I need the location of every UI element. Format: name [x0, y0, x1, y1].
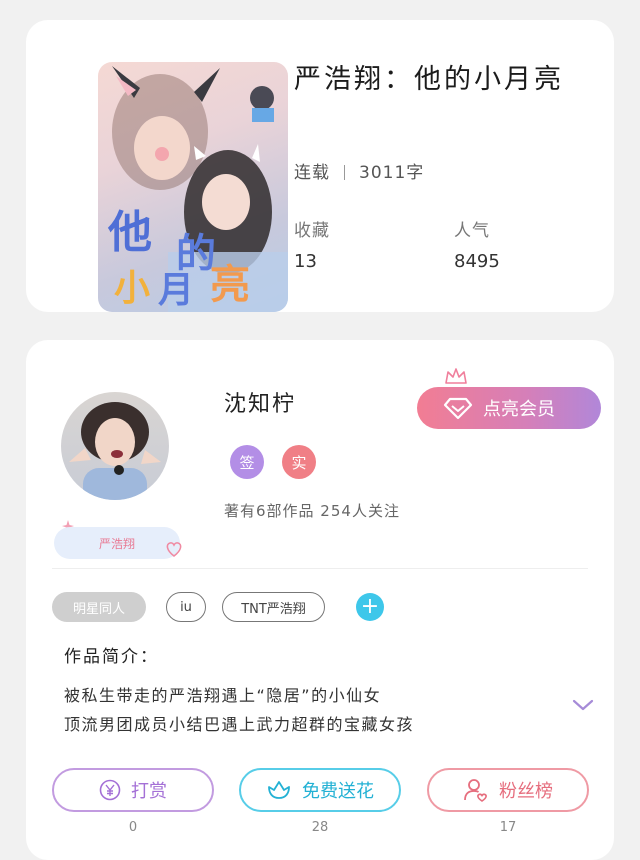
fan-tag[interactable]: 严浩翔	[54, 527, 180, 559]
author-name[interactable]: 沈知柠	[224, 386, 296, 418]
intro-text-line: 顶流男团成员小结巴遇上武力超群的宝藏女孩	[64, 715, 415, 734]
intro-text-line: 被私生带走的严浩翔遇上“隐居”的小仙女	[64, 686, 382, 705]
vip-button-label: 点亮会员	[483, 399, 555, 420]
book-word-count: 3011字	[359, 163, 425, 183]
flower-count: 28	[311, 820, 329, 835]
flower-icon	[268, 781, 290, 799]
book-cover-image[interactable]: 他 的 小 月 亮	[98, 62, 288, 312]
favorites-stat: 收藏 13	[294, 216, 330, 272]
signed-author-badge: 签	[230, 445, 264, 479]
fan-ranking-button[interactable]: 粉丝榜	[427, 768, 589, 812]
author-info-card: 沈知柠 点亮会员 签 实 著有6部作品 254人关注 严浩翔 明星同人 iu T…	[26, 340, 614, 860]
favorites-value: 13	[294, 251, 317, 272]
fan-ranking-label: 粉丝榜	[499, 781, 553, 802]
book-status: 连载	[294, 163, 330, 183]
crown-icon	[445, 368, 467, 384]
send-flower-label: 免费送花	[302, 781, 374, 802]
fans-count: 17	[499, 820, 517, 835]
author-avatar[interactable]	[61, 392, 169, 500]
tip-button[interactable]: 打赏	[52, 768, 214, 812]
popularity-stat: 人气 8495	[454, 216, 500, 272]
popularity-label: 人气	[454, 221, 490, 241]
chevron-down-icon[interactable]	[572, 698, 594, 712]
diamond-icon	[443, 397, 473, 420]
tip-label: 打赏	[131, 781, 167, 802]
meta-divider	[344, 165, 345, 180]
section-divider	[52, 568, 588, 569]
cover-art: 他 的 小 月 亮	[107, 66, 288, 312]
tag-chip[interactable]: iu	[166, 592, 206, 622]
add-tag-button[interactable]: +	[356, 593, 384, 621]
favorites-label: 收藏	[294, 221, 330, 241]
svg-text:他: 他	[107, 207, 152, 258]
tip-count: 0	[128, 820, 138, 835]
user-heart-icon	[464, 779, 487, 802]
heart-deco-icon	[166, 542, 182, 558]
yen-coin-icon	[99, 779, 121, 801]
svg-text:亮: 亮	[210, 262, 250, 308]
book-meta: 连载 3011字	[294, 158, 424, 183]
verified-badge: 实	[282, 445, 316, 479]
avatar-photo	[69, 402, 161, 500]
vip-activate-button[interactable]: 点亮会员	[417, 387, 601, 429]
tag-chip[interactable]: 明星同人	[52, 592, 146, 622]
book-info-card: 他 的 小 月 亮 严浩翔：他的小月亮 连载 3011字 收藏 13 人气 849…	[26, 20, 614, 312]
svg-text:小: 小	[114, 268, 150, 309]
svg-text:月: 月	[158, 270, 194, 311]
book-title: 严浩翔：他的小月亮	[294, 64, 564, 95]
popularity-value: 8495	[454, 251, 500, 272]
send-flower-button[interactable]: 免费送花	[239, 768, 401, 812]
tag-chip[interactable]: TNT严浩翔	[222, 592, 325, 622]
author-works-info: 著有6部作品 254人关注	[224, 502, 400, 520]
intro-label: 作品简介：	[64, 647, 159, 667]
